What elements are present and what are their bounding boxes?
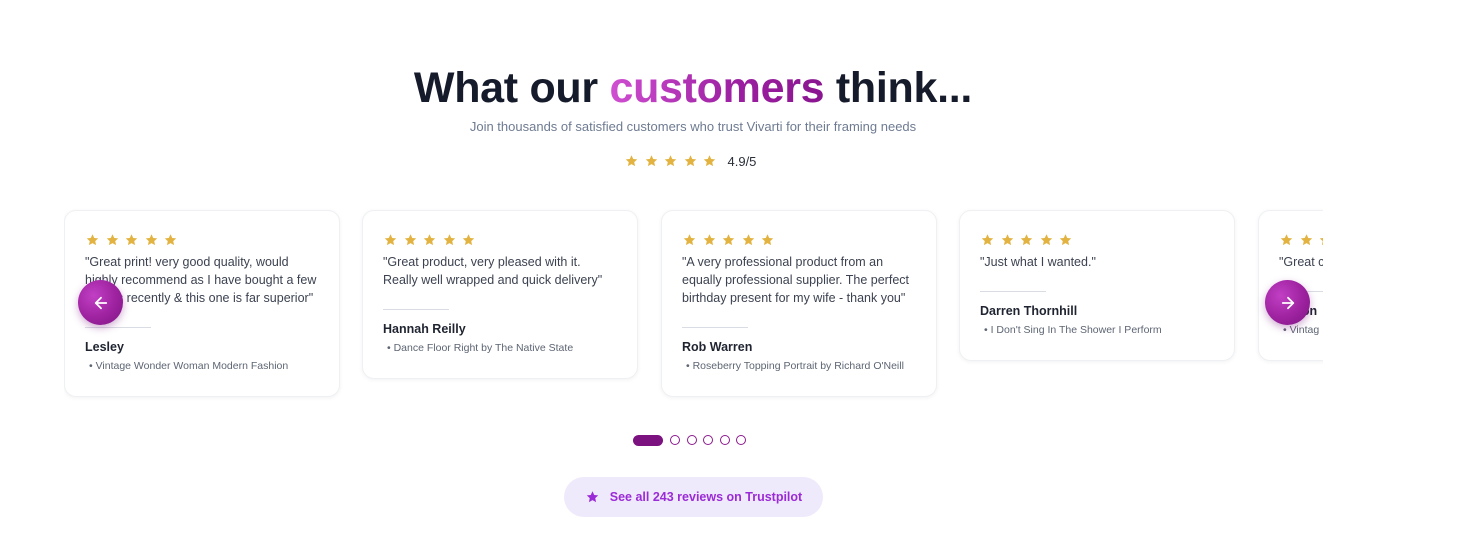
- carousel-pagination: [633, 434, 753, 446]
- star-icon: [403, 233, 418, 247]
- star-icon: [702, 233, 717, 247]
- star-icon: [105, 233, 120, 247]
- section-subtitle: Join thousands of satisfied customers wh…: [469, 119, 917, 134]
- reviewed-product: • I Don't Sing In The Shower I Perform: [984, 324, 1162, 336]
- star-icon: [383, 233, 398, 247]
- heading-text-before: What our: [413, 64, 610, 112]
- trustpilot-reviews-label: See all 243 reviews on Trustpilot: [609, 490, 803, 504]
- review-stars: [980, 233, 1214, 247]
- review-divider: [980, 291, 1046, 292]
- star-icon: [1019, 233, 1034, 247]
- star-icon: [760, 233, 775, 247]
- star-icon: [585, 490, 600, 504]
- reviewer-name: Lesley: [85, 340, 124, 354]
- star-icon: [1000, 233, 1015, 247]
- review-quote: "Great product, very pleased with it. Re…: [383, 255, 603, 287]
- pagination-dot[interactable]: [703, 435, 713, 445]
- star-icon: [721, 233, 736, 247]
- review-card: "A very professional product from an equ…: [661, 210, 937, 397]
- star-icon: [741, 233, 756, 247]
- review-quote: "A very professional product from an equ…: [682, 255, 909, 305]
- reviewer-name: Darren Thornhill: [980, 304, 1078, 318]
- pagination-dot[interactable]: [736, 435, 746, 445]
- reviewer-name: Rob Warren: [682, 340, 753, 354]
- review-stars: [1279, 233, 1323, 247]
- star-icon: [144, 233, 159, 247]
- star-icon: [702, 154, 717, 168]
- star-icon: [682, 233, 697, 247]
- carousel-prev-button[interactable]: [78, 280, 123, 325]
- star-icon: [1318, 233, 1323, 247]
- heading-text-after: think...: [824, 64, 973, 112]
- arrow-left-icon: [92, 294, 110, 312]
- star-icon: [1039, 233, 1054, 247]
- pagination-dot-active[interactable]: [633, 434, 663, 446]
- star-icon: [1058, 233, 1073, 247]
- star-icon: [85, 233, 100, 247]
- pagination-dot[interactable]: [686, 435, 697, 445]
- star-icon: [663, 154, 678, 168]
- star-icon: [644, 154, 659, 168]
- arrow-right-icon: [1279, 294, 1297, 312]
- star-icon: [124, 233, 139, 247]
- star-icon: [624, 154, 639, 168]
- star-icon: [683, 154, 698, 168]
- star-icon: [422, 233, 437, 247]
- review-card: "Great product, very pleased with it. Re…: [362, 210, 638, 379]
- trustpilot-reviews-button[interactable]: See all 243 reviews on Trustpilot: [564, 477, 823, 517]
- reviews-carousel: "Great print! very good quality, would h…: [64, 200, 1323, 425]
- heading-accent-text: customers: [609, 64, 825, 112]
- review-divider: [383, 309, 449, 310]
- star-icon: [1279, 233, 1294, 247]
- review-stars: [383, 233, 617, 247]
- star-icon: [1299, 233, 1314, 247]
- overall-rating-stars: [624, 154, 722, 168]
- reviewer-name: Hannah Reilly: [383, 322, 466, 336]
- testimonials-section: What our customers think... Join thousan…: [0, 0, 1473, 546]
- review-divider: [85, 327, 151, 328]
- carousel-next-button[interactable]: [1265, 280, 1310, 325]
- review-quote: "Just what I wanted.": [980, 255, 1096, 269]
- reviewed-product: • Roseberry Topping Portrait by Richard …: [686, 360, 904, 372]
- star-icon: [980, 233, 995, 247]
- reviewed-product: • Dance Floor Right by The Native State: [387, 342, 574, 354]
- star-icon: [163, 233, 178, 247]
- review-card: "Just what I wanted." Darren Thornhill •…: [959, 210, 1235, 361]
- review-divider: [682, 327, 748, 328]
- section-heading: What our customers think...: [0, 62, 1386, 114]
- star-icon: [461, 233, 476, 247]
- star-icon: [442, 233, 457, 247]
- pagination-dot[interactable]: [670, 435, 680, 445]
- pagination-dot[interactable]: [719, 435, 730, 445]
- review-stars: [682, 233, 916, 247]
- review-stars: [85, 233, 319, 247]
- overall-rating-score: 4.9/5: [727, 153, 757, 169]
- reviewed-product: • Vintage Wonder Woman Modern Fashion: [89, 360, 289, 372]
- review-quote: "Great c: [1279, 255, 1323, 269]
- overall-rating: 4.9/5: [624, 152, 756, 170]
